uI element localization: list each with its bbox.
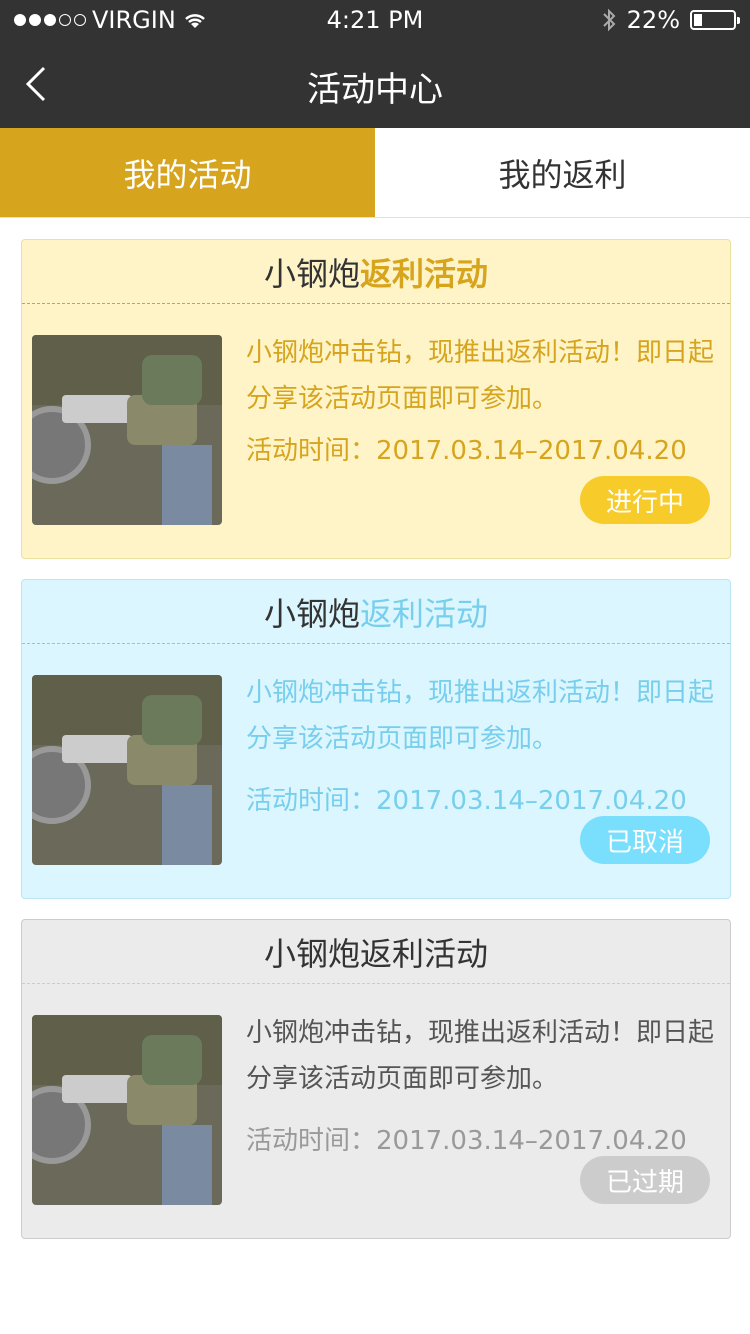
card-title: 小钢炮 返利活动 [22,920,730,984]
activity-card-expired[interactable]: 小钢炮 返利活动 小钢炮冲击钻，现推出返利活动！即日起分享该活动页面即可参加。 活… [21,919,731,1239]
card-title-prefix: 小钢炮 [263,594,360,633]
nav-bar: 活动中心 [0,40,750,128]
tab-bar: 我的活动 我的返利 [0,128,750,218]
activity-thumbnail [32,1015,222,1205]
activity-thumbnail [32,335,222,525]
card-title: 小钢炮 返利活动 [22,240,730,304]
activity-thumbnail [32,675,222,865]
activity-card-ongoing[interactable]: 小钢炮 返利活动 小钢炮冲击钻，现推出返利活动！即日起分享该活动页面即可参加。 活… [21,239,731,559]
card-description: 小钢炮冲击钻，现推出返利活动！即日起分享该活动页面即可参加。 [246,338,715,414]
card-title-highlight: 返利活动 [360,254,489,293]
battery-percent: 22% [626,6,680,34]
status-bar: VIRGIN 4:21 PM 22% [0,0,750,40]
card-title-prefix: 小钢炮 [263,254,360,293]
tab-my-activities[interactable]: 我的活动 [0,128,375,217]
bluetooth-icon [602,8,616,32]
activity-card-cancelled[interactable]: 小钢炮 返利活动 小钢炮冲击钻，现推出返利活动！即日起分享该活动页面即可参加。 活… [21,579,731,899]
card-description: 小钢炮冲击钻，现推出返利活动！即日起分享该活动页面即可参加。 [246,1018,715,1094]
status-right: 22% [601,6,740,34]
card-time: 活动时间：2017.03.14–2017.04.20 [246,786,687,816]
status-badge-ongoing[interactable]: 进行中 [580,476,710,524]
status-badge-expired[interactable]: 已过期 [580,1156,710,1204]
tab-my-rebates[interactable]: 我的返利 [375,128,750,217]
card-title-highlight: 返利活动 [360,594,489,633]
page-title: 活动中心 [307,70,443,110]
card-title-prefix: 小钢炮 [263,934,360,973]
card-time: 活动时间：2017.03.14–2017.04.20 [246,1126,687,1156]
card-title-highlight: 返利活动 [360,934,489,973]
battery-icon [690,10,740,30]
status-badge-cancelled[interactable]: 已取消 [580,816,710,864]
card-title: 小钢炮 返利活动 [22,580,730,644]
card-time: 活动时间：2017.03.14–2017.04.20 [246,436,687,466]
card-description: 小钢炮冲击钻，现推出返利活动！即日起分享该活动页面即可参加。 [246,678,715,754]
